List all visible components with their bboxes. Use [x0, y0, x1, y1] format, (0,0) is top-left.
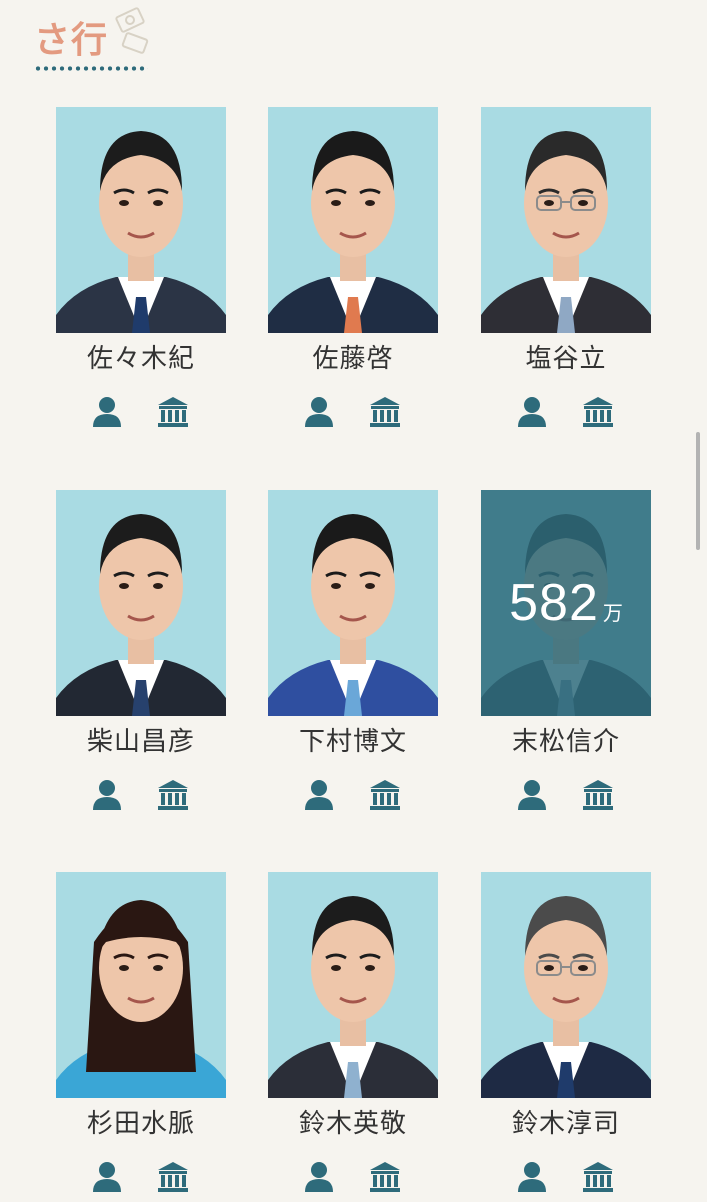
politician-name: 杉田水脈 [86, 1109, 195, 1139]
politician-card[interactable]: 塩谷立 [481, 107, 651, 437]
person-icon[interactable] [90, 1160, 124, 1194]
person-icon[interactable] [515, 1160, 549, 1194]
politician-card[interactable]: 柴山昌彦 [56, 490, 226, 820]
card-actions [56, 395, 226, 429]
politician-card[interactable]: 佐藤啓 [268, 107, 438, 437]
politician-name: 末松信介 [511, 727, 620, 757]
politician-card[interactable]: 鈴木英敬 [268, 872, 438, 1202]
politician-name: 佐藤啓 [312, 344, 394, 374]
card-actions [481, 395, 651, 429]
person-icon[interactable] [302, 1160, 336, 1194]
politician-photo[interactable] [268, 872, 438, 1098]
card-actions [268, 778, 438, 812]
amount-overlay: 582 万 [481, 490, 651, 716]
card-actions [481, 778, 651, 812]
person-icon[interactable] [302, 395, 336, 429]
person-icon[interactable] [515, 778, 549, 812]
building-icon[interactable] [581, 1160, 615, 1194]
politician-name: 下村博文 [298, 727, 407, 757]
politician-card[interactable]: 下村博文 [268, 490, 438, 820]
building-icon[interactable] [581, 778, 615, 812]
politician-photo[interactable] [481, 872, 651, 1098]
card-actions [56, 1160, 226, 1194]
building-icon[interactable] [156, 1160, 190, 1194]
person-icon[interactable] [302, 778, 336, 812]
politician-photo[interactable] [268, 490, 438, 716]
politician-grid: 佐々木紀 佐藤啓 塩谷立柴山昌彦 下村博文 582 万末松信介杉田水脈 鈴木英敬 鈴木淳司 [0, 0, 707, 1200]
building-icon[interactable] [368, 1160, 402, 1194]
politician-name: 塩谷立 [525, 344, 607, 374]
building-icon[interactable] [368, 778, 402, 812]
amount-value: 582 [509, 574, 599, 632]
amount-unit: 万 [602, 600, 623, 625]
politician-name: 佐々木紀 [86, 344, 195, 374]
politician-card[interactable]: 杉田水脈 [56, 872, 226, 1202]
card-actions [268, 1160, 438, 1194]
building-icon[interactable] [368, 395, 402, 429]
politician-name: 柴山昌彦 [86, 727, 195, 757]
person-icon[interactable] [515, 395, 549, 429]
card-actions [481, 1160, 651, 1194]
politician-card[interactable]: 佐々木紀 [56, 107, 226, 437]
politician-card[interactable]: 582 万末松信介 [481, 490, 651, 820]
politician-name: 鈴木英敬 [298, 1109, 407, 1139]
politician-photo[interactable] [56, 490, 226, 716]
card-actions [56, 778, 226, 812]
politician-name: 鈴木淳司 [511, 1109, 620, 1139]
politician-photo[interactable]: 582 万 [481, 490, 651, 716]
person-icon[interactable] [90, 778, 124, 812]
politician-photo[interactable] [56, 872, 226, 1098]
politician-card[interactable]: 鈴木淳司 [481, 872, 651, 1202]
politician-photo[interactable] [268, 107, 438, 333]
building-icon[interactable] [156, 395, 190, 429]
scrollbar[interactable] [696, 432, 700, 550]
person-icon[interactable] [90, 395, 124, 429]
building-icon[interactable] [156, 778, 190, 812]
politician-photo[interactable] [481, 107, 651, 333]
politician-photo[interactable] [56, 107, 226, 333]
card-actions [268, 395, 438, 429]
building-icon[interactable] [581, 395, 615, 429]
